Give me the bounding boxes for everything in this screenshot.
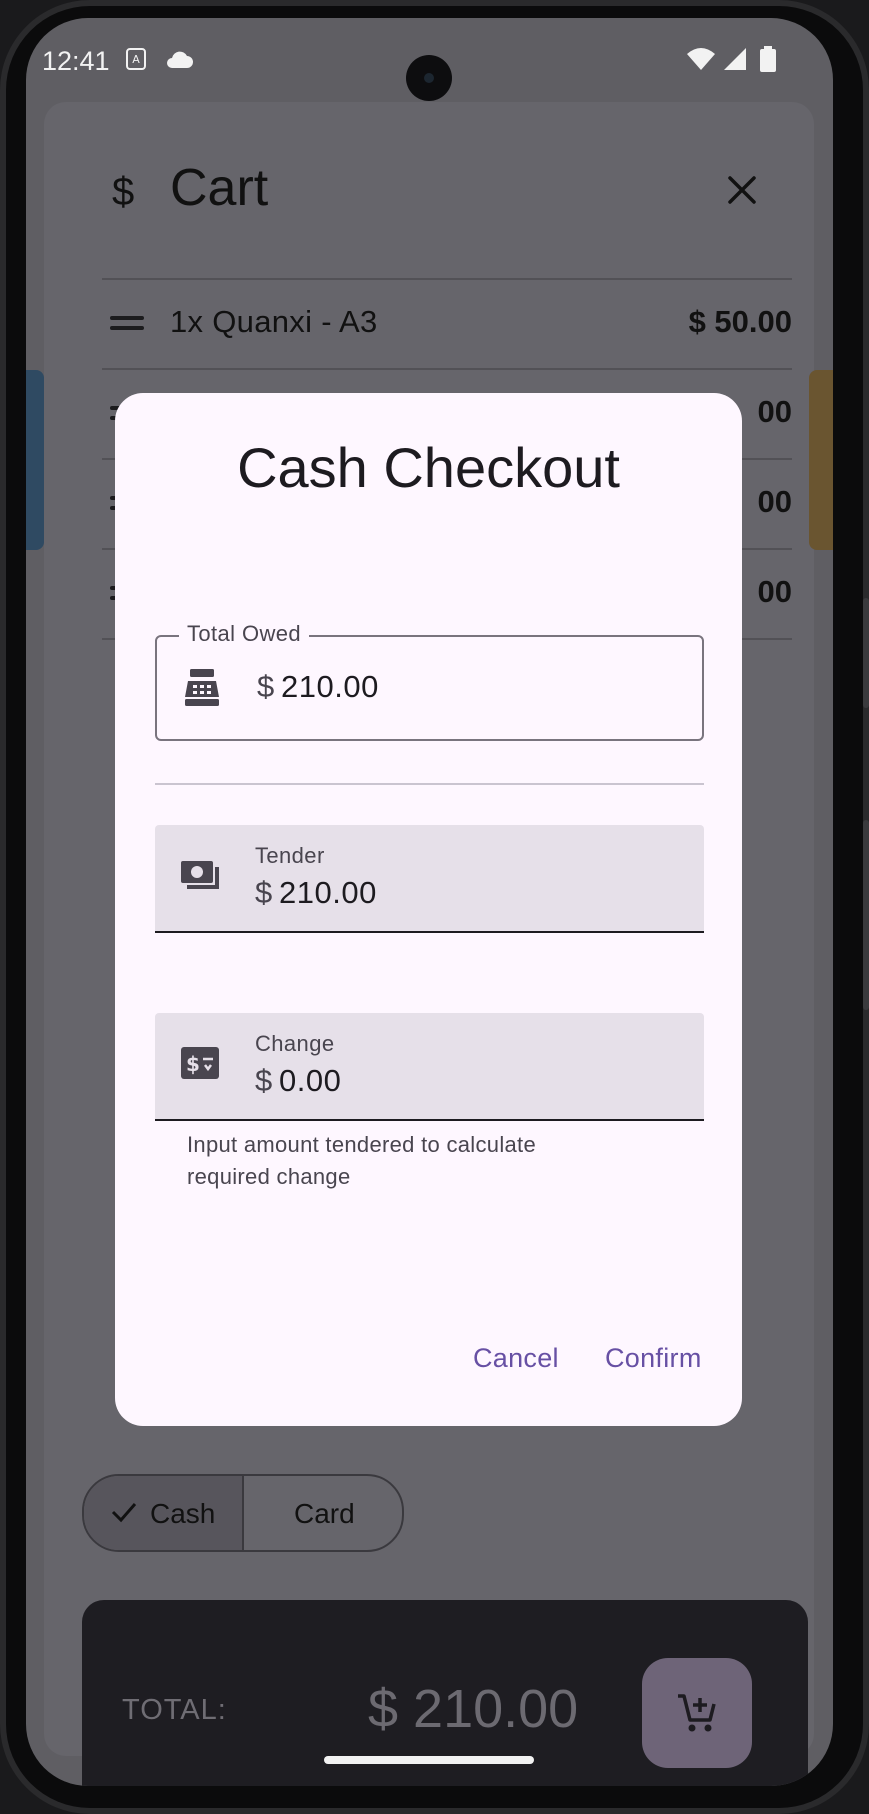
home-indicator[interactable] [324, 1756, 534, 1764]
wifi-icon [687, 48, 715, 70]
battery-icon [760, 46, 776, 72]
change-field[interactable]: $ Change $ 0.00 [155, 1013, 704, 1121]
cloud-icon [167, 51, 193, 68]
signal-icon [724, 48, 746, 70]
price-change-icon: $ [181, 1047, 219, 1079]
dialog-actions: Cancel Confirm [115, 1333, 742, 1389]
add-shopping-cart-icon [678, 1694, 716, 1732]
cash-segment[interactable]: Cash [84, 1476, 244, 1550]
power-button [863, 820, 869, 1010]
cart-item-price: $ 50.00 [688, 304, 792, 339]
tender-label: Tender [255, 843, 325, 868]
close-icon[interactable] [724, 172, 760, 208]
total-value: $ 210.00 [368, 1679, 579, 1739]
currency-prefix: $ [255, 1063, 273, 1098]
cart-item-price: 00 [757, 574, 792, 609]
cart-title: Cart [170, 159, 269, 217]
currency-prefix: $ [257, 669, 275, 704]
cancel-button[interactable]: Cancel [467, 1333, 565, 1384]
payments-icon [181, 861, 219, 889]
cart-item[interactable]: 1x Quanxi - A3 $ 50.00 [102, 278, 792, 368]
volume-button [863, 598, 869, 708]
total-owed-field: Total Owed $ 210.00 [155, 621, 704, 741]
change-supporting-text: Input amount tendered to calculate requi… [187, 1132, 536, 1189]
payment-method-toggle: Cash Card [82, 1474, 404, 1552]
tender-field[interactable]: Tender $ 210.00 [155, 825, 704, 933]
card-segment[interactable]: Card [244, 1476, 402, 1550]
cart-item-name: 1x Quanxi - A3 [170, 304, 378, 339]
change-value[interactable]: 0.00 [279, 1063, 341, 1099]
svg-text:A: A [132, 53, 140, 66]
change-label: Change [255, 1031, 335, 1056]
drag-handle-icon[interactable] [110, 316, 144, 332]
cash-label: Cash [150, 1498, 216, 1529]
product-image [809, 370, 833, 550]
status-time: 12:41 [42, 46, 110, 76]
screen: 12:41 A $ Cart 1x Quanxi - A3 $ 50.00 00… [26, 18, 833, 1786]
checkout-fab[interactable] [642, 1658, 752, 1768]
keyboard-notification-icon: A [126, 48, 146, 70]
cash-register-icon [185, 669, 219, 706]
confirm-button[interactable]: Confirm [599, 1333, 708, 1384]
cart-header: $ Cart [44, 102, 814, 252]
product-image [26, 370, 44, 550]
check-icon [111, 1503, 137, 1523]
dollar-icon: $ [112, 170, 135, 214]
total-owed-value: 210.00 [281, 669, 379, 704]
card-label: Card [294, 1498, 355, 1529]
svg-text:$: $ [186, 1052, 200, 1076]
currency-prefix: $ [255, 875, 273, 910]
total-label: TOTAL: [122, 1694, 227, 1726]
dialog-title: Cash Checkout [237, 436, 620, 499]
cash-checkout-dialog: Cash Checkout Total Owed $ 210.00 Tender… [115, 393, 742, 1426]
total-owed-label: Total Owed [179, 621, 310, 647]
front-camera [406, 55, 452, 101]
cart-item-price: 00 [757, 394, 792, 429]
divider [155, 783, 704, 785]
cart-item-price: 00 [757, 484, 792, 519]
tender-value[interactable]: 210.00 [279, 875, 377, 911]
